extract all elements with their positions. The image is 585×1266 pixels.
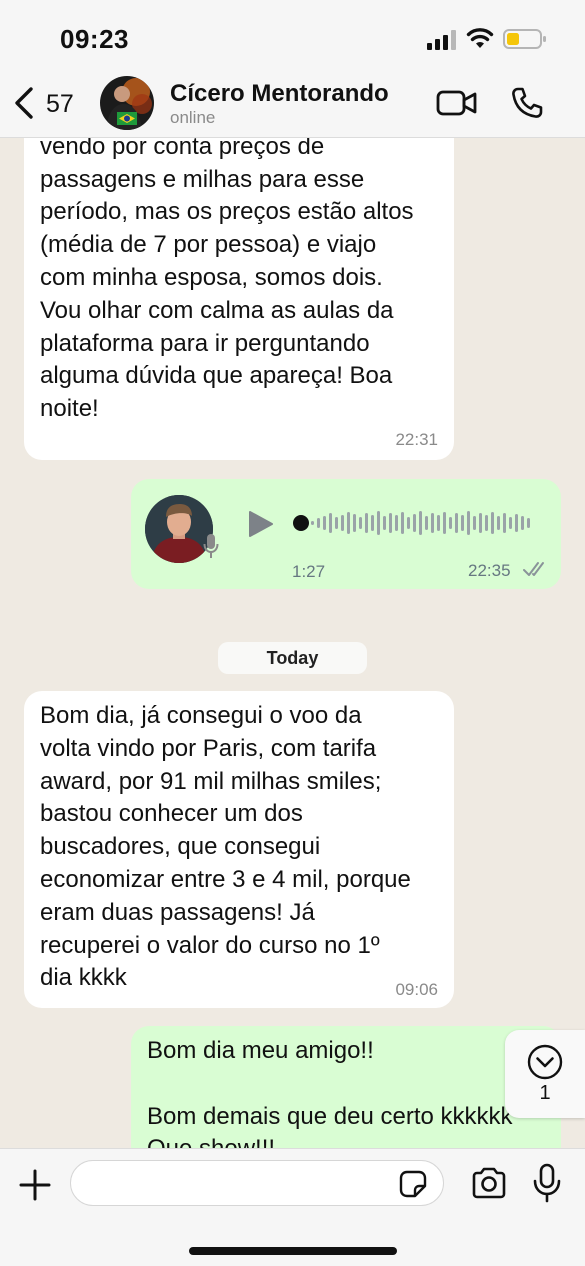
- chat-header: 57 Cícero Mentorando online: [0, 72, 585, 138]
- back-chevron-icon[interactable]: [12, 86, 36, 120]
- contact-avatar[interactable]: [100, 76, 154, 130]
- home-indicator[interactable]: [189, 1247, 397, 1255]
- voice-duration: 1:27: [292, 562, 326, 581]
- message-text: Bom dia, já consegui o voo da volta vind…: [40, 702, 411, 992]
- voice-waveform[interactable]: [293, 507, 543, 539]
- cellular-signal-icon: [427, 30, 456, 50]
- chevron-down-icon: [527, 1044, 563, 1080]
- status-time: 09:23: [60, 24, 129, 54]
- play-icon[interactable]: [247, 509, 275, 539]
- wifi-icon: [466, 28, 494, 48]
- sticker-icon[interactable]: [398, 1169, 428, 1199]
- microphone-badge-icon: [203, 534, 219, 558]
- outgoing-voice-message[interactable]: 1:27 22:35: [131, 479, 561, 589]
- incoming-message[interactable]: Londres, para Fortaleza. Estou vendo por…: [24, 138, 454, 460]
- video-call-icon[interactable]: [436, 88, 478, 118]
- message-time: 22:31: [395, 430, 438, 449]
- double-check-icon: [523, 562, 544, 576]
- plus-icon[interactable]: [18, 1168, 52, 1202]
- composer-bar: [0, 1148, 585, 1266]
- message-input[interactable]: [70, 1160, 444, 1206]
- message-text: Bom dia meu amigo!! Bom demais que deu c…: [147, 1037, 513, 1148]
- date-divider: Today: [218, 642, 367, 674]
- outgoing-message[interactable]: Bom dia meu amigo!! Bom demais que deu c…: [131, 1026, 561, 1148]
- message-text: Londres, para Fortaleza. Estou vendo por…: [40, 138, 414, 423]
- contact-name[interactable]: Cícero Mentorando: [170, 80, 389, 108]
- back-unread-count[interactable]: 57: [46, 90, 74, 119]
- voice-call-icon[interactable]: [510, 86, 544, 120]
- status-bar: 09:23: [0, 0, 585, 72]
- microphone-icon[interactable]: [532, 1163, 562, 1203]
- battery-icon: [503, 29, 546, 49]
- message-time: 09:06: [395, 980, 438, 999]
- scroll-to-bottom-button[interactable]: 1: [505, 1030, 585, 1118]
- unread-badge: 1: [539, 1082, 551, 1104]
- camera-icon[interactable]: [470, 1167, 508, 1199]
- chat-messages[interactable]: Londres, para Fortaleza. Estou vendo por…: [0, 138, 585, 1148]
- contact-status: online: [170, 108, 216, 127]
- incoming-message[interactable]: Bom dia, já consegui o voo da volta vind…: [24, 691, 454, 1008]
- message-time: 22:35: [468, 561, 511, 580]
